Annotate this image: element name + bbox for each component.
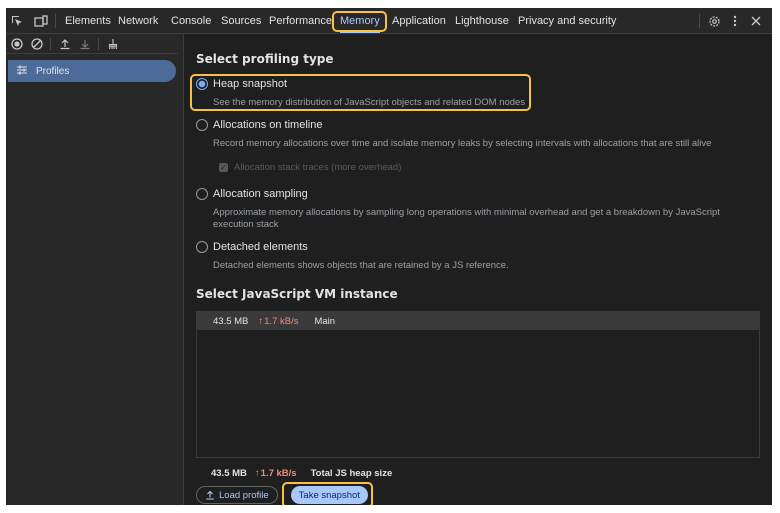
option-heap-snapshot[interactable]: Heap snapshot [196, 78, 287, 90]
profiling-type-title: Select profiling type [196, 52, 334, 66]
total-heap-size: 43.5 MB [211, 468, 247, 479]
save-profile-download-icon [76, 34, 94, 54]
vm-allocation-rate: 1.7 kB/s [264, 315, 299, 327]
vm-instance-title: Select JavaScript VM instance [196, 287, 398, 301]
sidebar-item-label: Profiles [36, 65, 70, 77]
sidebar-toolbar [6, 34, 178, 54]
option-detached-elements[interactable]: Detached elements [196, 241, 308, 253]
detached-elements-radio[interactable] [196, 241, 208, 253]
heap-snapshot-description: See the memory distribution of JavaScrip… [213, 97, 526, 108]
vm-rate-up-arrow: ↑ [258, 315, 264, 327]
detached-elements-label: Detached elements [213, 241, 308, 253]
allocations-timeline-description: Record memory allocations over time and … [213, 138, 712, 149]
allocation-sampling-radio[interactable] [196, 188, 208, 200]
allocations-timeline-radio[interactable] [196, 119, 208, 131]
take-snapshot-button[interactable]: Take snapshot [290, 486, 368, 504]
tab-performance[interactable]: Performance [269, 8, 332, 34]
upload-icon [205, 490, 215, 500]
settings-gear-icon[interactable] [705, 8, 723, 34]
option-allocations-on-timeline[interactable]: Allocations on timeline [196, 119, 322, 131]
device-toolbar-icon[interactable] [32, 8, 50, 34]
detached-elements-description: Detached elements shows objects that are… [213, 260, 509, 271]
load-profile-upload-icon[interactable] [56, 34, 74, 54]
total-heap-label: Total JS heap size [310, 468, 393, 479]
sidebar-item-profiles[interactable]: Profiles [8, 60, 176, 82]
allocation-stack-traces-label: Allocation stack traces (more overhead) [234, 162, 402, 173]
profiles-tune-icon [8, 64, 36, 78]
total-allocation-rate: 1.7 kB/s [260, 468, 297, 479]
toolbar-divider [55, 14, 56, 28]
toolbar-divider-right [699, 14, 700, 28]
allocation-stack-traces-checkbox: ✓ [219, 163, 228, 172]
close-icon[interactable] [748, 8, 764, 34]
allocation-sampling-description: Approximate memory allocations by sampli… [213, 207, 720, 230]
memory-main-panel: Select profiling type Heap snapshot See … [183, 34, 772, 505]
screenshot-canvas: Elements Network Console Sources Perform… [0, 0, 780, 513]
tab-console[interactable]: Console [171, 8, 211, 34]
profiles-sidebar: Profiles [6, 34, 178, 505]
devtools-window: Elements Network Console Sources Perform… [6, 8, 772, 505]
option-allocation-sampling[interactable]: Allocation sampling [196, 188, 308, 200]
tab-privacy-and-security[interactable]: Privacy and security [518, 8, 616, 34]
allocation-sampling-label: Allocation sampling [213, 188, 308, 200]
collect-garbage-broom-icon[interactable] [104, 34, 122, 54]
more-options-icon[interactable] [728, 8, 742, 34]
devtools-tabbar: Elements Network Console Sources Perform… [6, 8, 772, 34]
tab-elements[interactable]: Elements [65, 8, 111, 34]
load-profile-button[interactable]: Load profile [196, 486, 278, 504]
record-icon[interactable] [8, 34, 26, 54]
tab-memory[interactable]: Memory [340, 8, 380, 34]
clear-all-profiles-icon[interactable] [28, 34, 46, 54]
tab-application[interactable]: Application [392, 8, 446, 34]
total-rate-up-arrow: ↑ [254, 468, 260, 479]
heap-snapshot-radio[interactable] [196, 78, 208, 90]
vm-instance-name: Main [314, 315, 336, 327]
total-heap-stats: 43.5 MB ↑ 1.7 kB/s Total JS heap size [211, 468, 392, 479]
sidebar-toolbar-divider-2 [98, 38, 99, 50]
allocation-stack-traces-row: ✓ Allocation stack traces (more overhead… [219, 162, 401, 173]
inspect-element-icon[interactable] [8, 8, 26, 34]
tab-lighthouse[interactable]: Lighthouse [455, 8, 509, 34]
tab-network[interactable]: Network [118, 8, 158, 34]
vm-instance-row[interactable]: 43.5 MB ↑ 1.7 kB/s Main [197, 312, 759, 330]
sidebar-toolbar-divider [50, 38, 51, 50]
allocations-timeline-label: Allocations on timeline [213, 119, 323, 131]
tab-sources[interactable]: Sources [221, 8, 261, 34]
vm-instance-list: 43.5 MB ↑ 1.7 kB/s Main [196, 311, 760, 458]
load-profile-label: Load profile [219, 489, 269, 501]
heap-snapshot-label: Heap snapshot [213, 78, 287, 90]
vm-heap-size: 43.5 MB [213, 315, 249, 327]
footer-actions: Load profile Take snapshot [196, 485, 368, 505]
